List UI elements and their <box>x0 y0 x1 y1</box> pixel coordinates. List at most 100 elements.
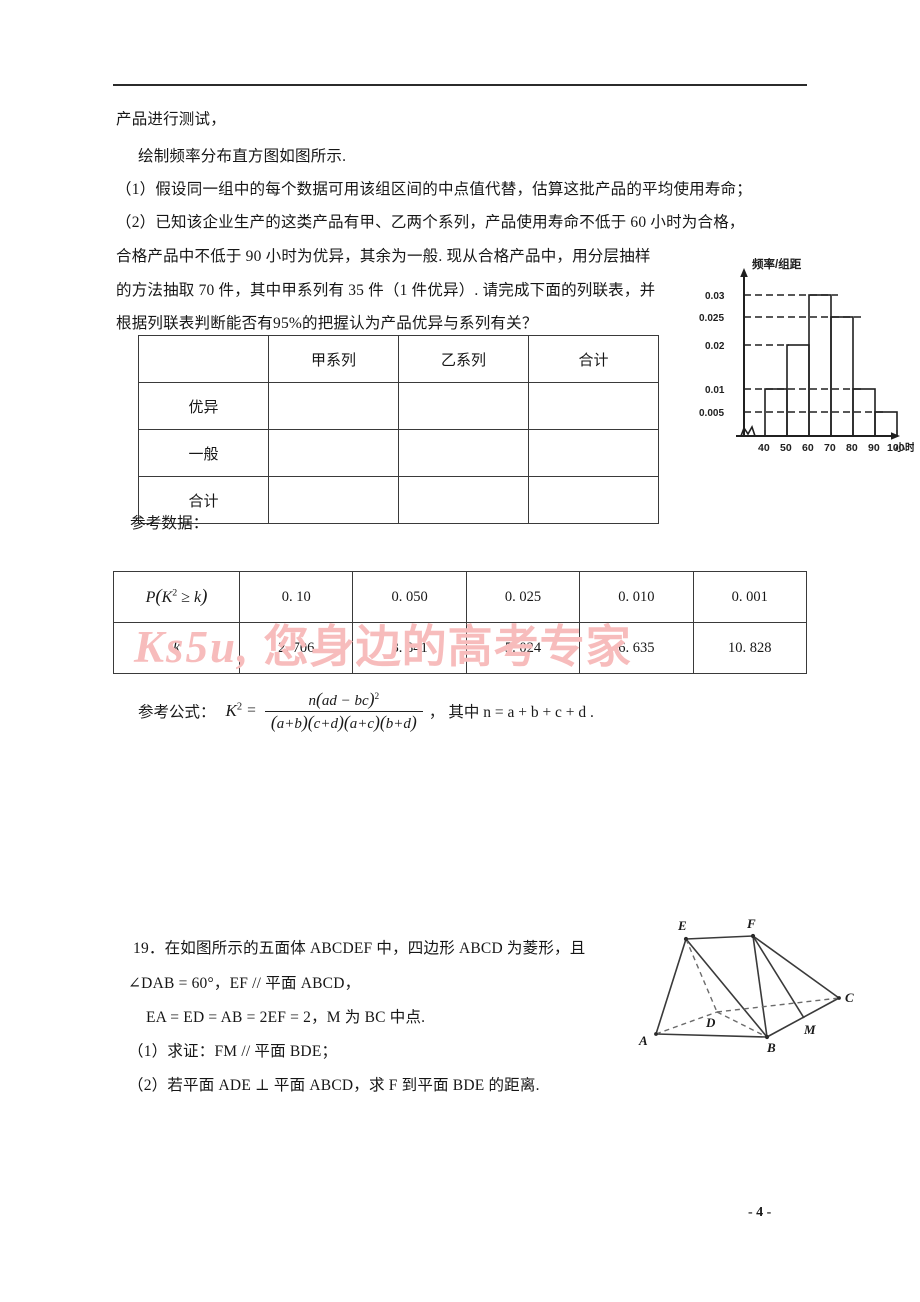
reference-value-p-0.025: 0. 025 <box>465 571 581 623</box>
edge-FC <box>752 935 840 999</box>
histogram-y-axis-title: 频率/组距 <box>752 257 802 271</box>
formula-where-clause: 其中 n = a + b + c + d . <box>448 704 594 722</box>
contingency-table: 甲系列 乙系列 合计 优异 一般 合计 <box>138 335 659 524</box>
contingency-cell-total-yi[interactable] <box>398 476 529 524</box>
histogram-ytick-0.025: 0.025 <box>699 313 724 324</box>
contingency-cell-general-total[interactable] <box>528 429 659 477</box>
histogram-ytick-0.02: 0.02 <box>705 341 725 352</box>
contingency-cell-general-jia[interactable] <box>268 429 399 477</box>
problem18-line-1: 产品进行测试， <box>116 111 226 128</box>
contingency-cell-general-yi[interactable] <box>398 429 529 477</box>
contingency-cell-excellent-jia[interactable] <box>268 382 399 430</box>
reference-data-label: 参考数据： <box>130 515 209 532</box>
histogram-ytick-0.01: 0.01 <box>705 385 725 396</box>
pentahedron-svg: E F A B C D M <box>638 916 854 1055</box>
problem19-line-5: （2）若平面 ADE ⊥ 平面 ABCD，求 F 到平面 BDE 的距离. <box>128 1077 540 1094</box>
vertex-label-D: D <box>705 1015 716 1030</box>
problem19-line-2: ∠DAB = 60°，EF // 平面 ABCD， <box>128 975 361 992</box>
problem18-line-5: 合格产品中不低于 90 小时为优异，其余为一般. 现从合格产品中，用分层抽样 <box>116 248 651 265</box>
problem18-line-4: （2）已知该企业生产的这类产品有甲、乙两个系列，产品使用寿命不低于 60 小时为… <box>116 214 745 231</box>
problem18-line-6: 的方法抽取 70 件，其中甲系列有 35 件（1 件优异）. 请完成下面的列联表… <box>116 282 656 299</box>
histogram-ytick-0.005: 0.005 <box>699 408 724 419</box>
contingency-cell-excellent-total[interactable] <box>528 382 659 430</box>
histogram-bar-90-100 <box>874 411 898 437</box>
reference-value-p-0.010: 0. 010 <box>579 571 694 623</box>
reference-formula: 参考公式： K2 = n(ad − bc)2 (a+b)(c+d)(a+c)(b… <box>138 690 594 733</box>
formula-comma: ， <box>428 704 445 722</box>
reference-value-k-2.706: 2. 706 <box>238 622 354 674</box>
edge-ED-hidden <box>685 938 718 1013</box>
histogram-xtick-70: 70 <box>824 442 836 454</box>
problem18-line-3: （1）假设同一组中的每个数据可用该组区间的中点值代替，估算这批产品的平均使用寿命… <box>116 181 752 198</box>
vertex-dot-E <box>683 936 689 942</box>
histogram-ytick-0.03: 0.03 <box>705 291 725 302</box>
edge-AB <box>655 1033 768 1038</box>
document-page: 产品进行测试， 绘制频率分布直方图如图所示. （1）假设同一组中的每个数据可用该… <box>0 0 920 1302</box>
formula-label: 参考公式： <box>138 704 216 722</box>
histogram-bar-50-60 <box>786 344 810 437</box>
reference-data-table: P(K2 ≥ k) 0. 10 0. 050 0. 025 0. 010 0. … <box>113 571 808 674</box>
contingency-col-header-jia: 甲系列 <box>268 335 399 383</box>
contingency-row-header-general: 一般 <box>138 429 269 477</box>
vertex-dot-F <box>750 933 756 939</box>
histogram-bar-60-70 <box>808 294 832 437</box>
reference-value-k-10.828: 10. 828 <box>692 622 808 674</box>
contingency-cell-total-total[interactable] <box>528 476 659 524</box>
contingency-col-header-yi: 乙系列 <box>398 335 529 383</box>
vertex-dot-C <box>837 996 841 1000</box>
histogram-xtick-60: 60 <box>802 442 814 454</box>
reference-row-header-k: k <box>113 622 240 674</box>
reference-value-p-0.050: 0. 050 <box>352 571 467 623</box>
contingency-col-header-total: 合计 <box>528 335 659 383</box>
formula-equals: = <box>247 702 256 720</box>
reference-value-k-3.841: 3. 841 <box>352 622 467 674</box>
histogram-xtick-50: 50 <box>780 442 792 454</box>
reference-value-p-0.10: 0. 10 <box>238 571 354 623</box>
contingency-corner-cell <box>138 335 269 383</box>
frequency-distribution-histogram: 频率/组距 0.03 0.025 0.02 0.01 0.005 40 50 6… <box>686 252 915 462</box>
histogram-xtick-80: 80 <box>846 442 858 454</box>
formula-lhs: K2 <box>225 701 243 721</box>
formula-denominator: (a+b)(c+d)(a+c)(b+d) <box>270 711 417 732</box>
problem19-line-3: EA = ED = AB = 2EF = 2，M 为 BC 中点. <box>146 1009 426 1026</box>
reference-row-header-probability: P(K2 ≥ k) <box>113 571 240 623</box>
histogram-xtick-40: 40 <box>758 442 770 454</box>
vertex-dot-B <box>764 1034 770 1040</box>
edge-FM <box>752 935 805 1019</box>
histogram-y-axis-arrow <box>740 268 748 277</box>
vertex-label-E: E <box>677 918 687 933</box>
table-row: k 2. 706 3. 841 5. 024 6. 635 10. 828 <box>113 622 808 674</box>
edge-EA <box>655 938 687 1035</box>
histogram-bar-70-80 <box>830 316 854 437</box>
formula-fraction: n(ad − bc)2 (a+b)(c+d)(a+c)(b+d) <box>264 689 423 733</box>
vertex-dot-A <box>654 1032 658 1036</box>
problem18-line-7: 根据列联表判断能否有95%的把握认为产品优异与系列有关？ <box>116 315 538 332</box>
contingency-row-header-excellent: 优异 <box>138 382 269 430</box>
edge-BC <box>766 997 840 1038</box>
reference-value-k-5.024: 5. 024 <box>465 622 581 674</box>
histogram-xtick-90: 90 <box>868 442 880 454</box>
problem19-line-4: （1）求证：FM // 平面 BDE； <box>128 1043 338 1060</box>
table-row: 合计 <box>138 476 659 524</box>
page-number: - 4 - <box>748 1205 772 1220</box>
table-row: 一般 <box>138 429 659 477</box>
problem18-line-2: 绘制频率分布直方图如图所示. <box>138 148 347 165</box>
histogram-x-axis-unit: 小时 <box>894 441 914 454</box>
contingency-cell-total-jia[interactable] <box>268 476 399 524</box>
histogram-svg: 频率/组距 0.03 0.025 0.02 0.01 0.005 40 50 6… <box>699 257 915 454</box>
vertex-label-F: F <box>746 916 756 931</box>
pentahedron-figure: E F A B C D M <box>634 912 884 1057</box>
vertex-label-B: B <box>766 1040 776 1055</box>
table-row: 优异 <box>138 382 659 430</box>
table-row: P(K2 ≥ k) 0. 10 0. 050 0. 025 0. 010 0. … <box>113 571 808 623</box>
contingency-cell-excellent-yi[interactable] <box>398 382 529 430</box>
reference-value-k-6.635: 6. 635 <box>579 622 694 674</box>
reference-value-p-0.001: 0. 001 <box>692 571 808 623</box>
table-header-row: 甲系列 乙系列 合计 <box>138 335 659 383</box>
vertex-label-M: M <box>803 1022 816 1037</box>
edge-DC-hidden <box>716 997 840 1013</box>
page-header-rule <box>113 84 807 86</box>
vertex-label-C: C <box>845 990 854 1005</box>
formula-numerator: n(ad − bc)2 <box>308 689 380 709</box>
problem19-line-1: 19．在如图所示的五面体 ABCDEF 中，四边形 ABCD 为菱形，且 <box>133 940 586 957</box>
